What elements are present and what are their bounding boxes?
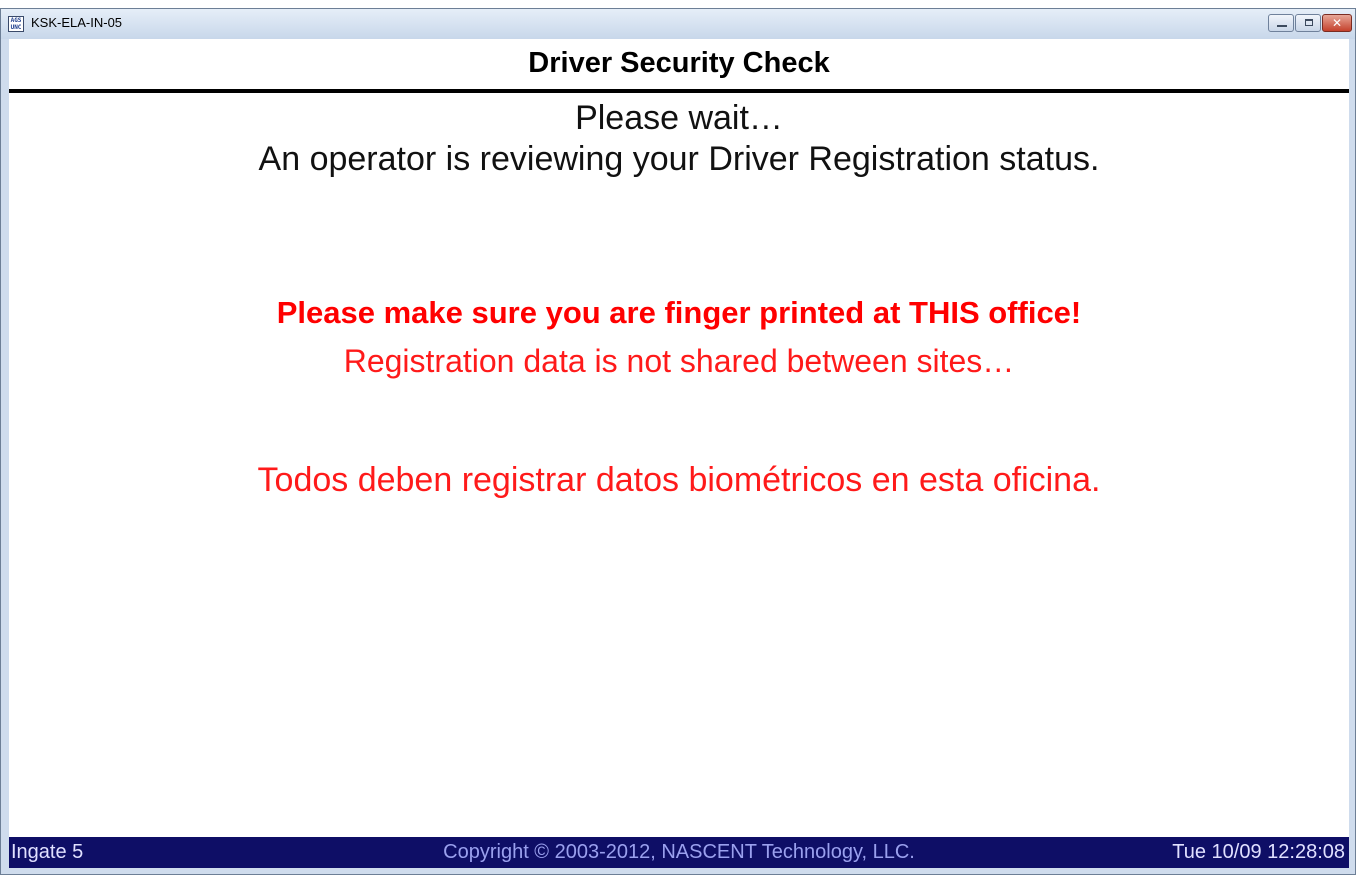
top-cropped-strip — [0, 0, 1356, 8]
fingerprint-warning: Please make sure you are finger printed … — [276, 295, 1082, 330]
maximize-button[interactable] — [1295, 14, 1321, 32]
kiosk-content: Driver Security Check Please wait… An op… — [9, 39, 1349, 868]
app-icon: AGS UNC — [8, 16, 24, 32]
minimize-button[interactable] — [1268, 14, 1294, 32]
please-wait-message: Please wait… — [575, 99, 783, 137]
copyright-text: Copyright © 2003-2012, NASCENT Technolog… — [443, 841, 915, 863]
window-title: KSK-ELA-IN-05 — [31, 15, 123, 30]
clock: Tue 10/09 12:28:08 — [1172, 841, 1345, 863]
app-window: AGS UNC KSK-ELA-IN-05 ✕ Driver Security C… — [0, 8, 1356, 875]
title-bar[interactable]: AGS UNC KSK-ELA-IN-05 ✕ — [1, 9, 1355, 39]
operator-review-message: An operator is reviewing your Driver Reg… — [258, 140, 1100, 178]
spanish-biometrics-message: Todos deben registrar datos biométricos … — [257, 461, 1101, 499]
status-bar: Ingate 5 Copyright © 2003-2012, NASCENT … — [9, 837, 1349, 868]
page-title: Driver Security Check — [528, 47, 830, 79]
header-divider — [9, 89, 1349, 93]
minimize-icon — [1277, 25, 1287, 27]
close-button[interactable]: ✕ — [1322, 14, 1352, 32]
maximize-icon — [1305, 19, 1313, 26]
close-icon: ✕ — [1331, 16, 1343, 30]
registration-not-shared-message: Registration data is not shared between … — [343, 343, 1015, 379]
